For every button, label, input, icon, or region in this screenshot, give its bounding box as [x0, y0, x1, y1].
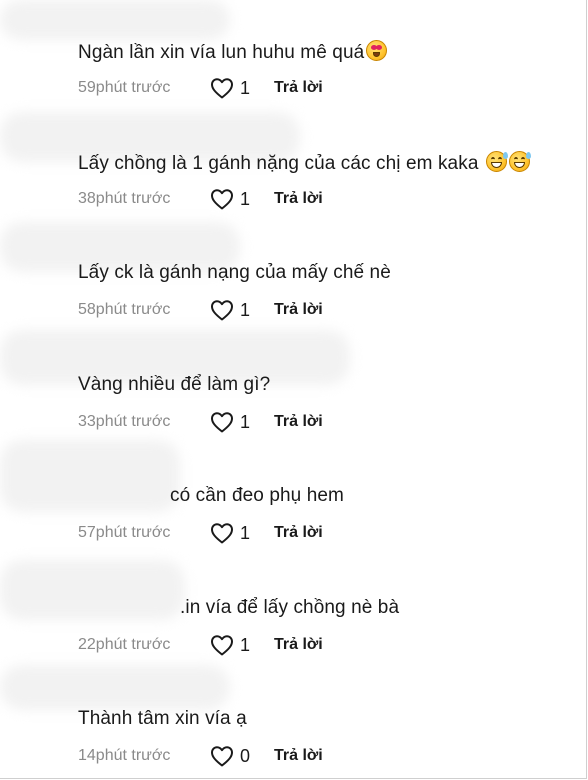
comment-item: Lấy ck là gánh nạng của mấy chế nè 58phú…: [78, 262, 578, 373]
comment-item: Thành tâm xin vía ạ 14phút trước 0 Trả l…: [78, 708, 578, 778]
smiling-face-with-hearts-icon: [366, 40, 388, 61]
comment-text: Ngàn lần xin vía lun huhu mê quá: [78, 40, 388, 64]
heart-outline-icon: [211, 78, 233, 99]
comment-meta: 57phút trước 1 Trả lời: [78, 520, 323, 546]
like-button[interactable]: 1: [210, 634, 274, 656]
comment-time: 33phút trước: [78, 413, 171, 430]
reply-button[interactable]: Trả lời: [274, 190, 323, 208]
heart-outline-icon: [211, 189, 233, 210]
like-button[interactable]: 1: [210, 77, 274, 99]
heart-outline-icon: [211, 523, 233, 544]
like-count: 1: [240, 411, 251, 432]
reply-button[interactable]: Trả lời: [274, 79, 323, 97]
like-count: 1: [240, 634, 251, 655]
comment-text: Lấy ck là gánh nạng của mấy chế nè: [78, 262, 391, 283]
reply-button[interactable]: Trả lời: [274, 301, 323, 319]
comment-meta: 22phút trước 1 Trả lời: [78, 632, 323, 658]
comment-time: 38phút trước: [78, 190, 171, 207]
comment-time: 58phút trước: [78, 301, 171, 318]
heart-outline-icon: [211, 635, 233, 656]
like-count: 1: [240, 299, 251, 320]
comment-text: Vàng nhiều để làm gì?: [78, 374, 271, 395]
heart-outline-icon: [211, 412, 233, 433]
comment-meta: 14phút trước 0 Trả lời: [78, 743, 323, 769]
comment-time: 57phút trước: [78, 524, 171, 541]
reply-button[interactable]: Trả lời: [274, 636, 323, 654]
comment-item: Ngàn lần xin vía lun huhu mê quá 59phút …: [78, 40, 578, 151]
like-button[interactable]: 1: [210, 188, 274, 210]
comment-text: có cần đeo phụ hem: [170, 485, 344, 506]
comment-list: Ngàn lần xin vía lun huhu mê quá 59phút …: [0, 0, 587, 779]
comment-time: 22phút trước: [78, 636, 171, 653]
comment-meta: 33phút trước 1 Trả lời: [78, 409, 323, 435]
like-button[interactable]: 0: [210, 745, 274, 767]
grinning-face-with-sweat-icon: [508, 151, 531, 172]
comment-item: Lấy chồng là 1 gánh nặng của các chị em …: [78, 151, 578, 262]
comment-item: có cần đeo phụ hem 57phút trước 1 Trả lờ…: [78, 485, 578, 596]
reply-button[interactable]: Trả lời: [274, 747, 323, 765]
like-count: 1: [240, 188, 251, 209]
comment-text: Thành tâm xin vía ạ: [78, 708, 247, 729]
like-count: 1: [240, 522, 251, 543]
comment-time: 14phút trước: [78, 747, 171, 764]
reply-button[interactable]: Trả lời: [274, 413, 323, 431]
comment-item: Vàng nhiều để làm gì? 33phút trước 1 Trả…: [78, 374, 578, 485]
heart-outline-icon: [211, 300, 233, 321]
comment-text: Lấy chồng là 1 gánh nặng của các chị em …: [78, 151, 531, 175]
like-count: 0: [240, 745, 251, 766]
like-count: 1: [240, 77, 251, 98]
comment-item: .in vía để lấy chồng nè bà 22phút trước …: [78, 597, 578, 708]
like-button[interactable]: 1: [210, 522, 274, 544]
like-button[interactable]: 1: [210, 299, 274, 321]
like-button[interactable]: 1: [210, 411, 274, 433]
comment-time: 59phút trước: [78, 79, 171, 96]
heart-outline-icon: [211, 746, 233, 767]
comment-meta: 38phút trước 1 Trả lời: [78, 186, 323, 212]
comment-text: .in vía để lấy chồng nè bà: [180, 597, 400, 618]
grinning-face-with-sweat-icon: [485, 151, 508, 172]
redacted-region: [0, 0, 230, 40]
comment-meta: 58phút trước 1 Trả lời: [78, 297, 323, 323]
comment-meta: 59phút trước 1 Trả lời: [78, 75, 323, 101]
reply-button[interactable]: Trả lời: [274, 524, 323, 542]
